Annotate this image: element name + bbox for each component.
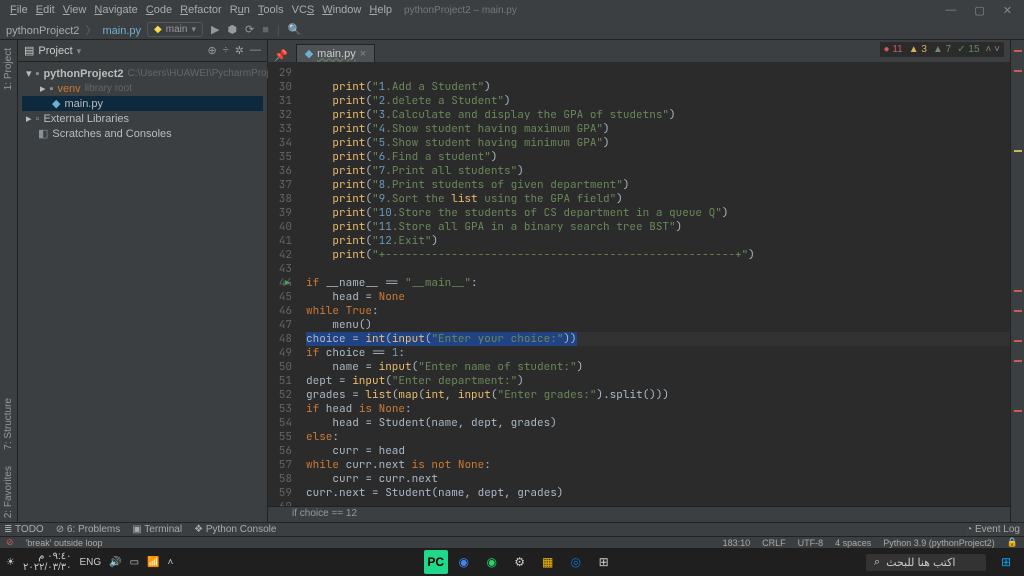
menu-vcs[interactable]: VCS bbox=[292, 4, 315, 16]
marker-bar[interactable] bbox=[1010, 40, 1024, 522]
event-log-tool[interactable]: ◔ Event Log bbox=[966, 524, 1020, 535]
pycharm-taskbar-icon[interactable]: PC bbox=[424, 550, 448, 574]
problems-tool[interactable]: ⊘ 6: Problems bbox=[56, 524, 121, 535]
taskbar-time[interactable]: ٠٩:٤٠ م٢٠٢٢/٠٣/٣٠ bbox=[23, 551, 72, 573]
favorites-tool-tab[interactable]: 2: Favorites bbox=[3, 462, 14, 522]
todo-tool[interactable]: ≣ TODO bbox=[4, 524, 44, 535]
structure-tool-tab[interactable]: 7: Structure bbox=[3, 394, 14, 454]
terminal-tool[interactable]: ▣ Terminal bbox=[132, 524, 182, 535]
pin-tab-icon[interactable]: 📌 bbox=[268, 49, 294, 62]
code-editor[interactable]: 2930313233343536373839404142434445464748… bbox=[268, 62, 1010, 506]
whatsapp-taskbar-icon[interactable]: ◉ bbox=[480, 550, 504, 574]
weather-widget[interactable]: ☀ bbox=[6, 557, 15, 568]
python-console-tool[interactable]: ❖ Python Console bbox=[194, 524, 276, 535]
titlebar: File Edit View Navigate Code Refactor Ru… bbox=[0, 0, 1024, 20]
menu-tools[interactable]: Tools bbox=[258, 4, 284, 16]
menubar: File Edit View Navigate Code Refactor Ru… bbox=[4, 4, 392, 16]
breadcrumb[interactable]: pythonProject2 〉 main.py bbox=[6, 22, 141, 38]
minimize-button[interactable]: — bbox=[945, 4, 956, 17]
editor-tab-label: main.py bbox=[317, 48, 356, 60]
lock-icon[interactable]: 🔒 bbox=[1007, 537, 1018, 548]
search-everywhere-icon[interactable]: 🔍 bbox=[288, 23, 302, 36]
stop-button[interactable]: ■ bbox=[262, 24, 269, 36]
external-libraries[interactable]: ▸▫ External Libraries bbox=[22, 111, 263, 126]
status-bar: ⊘ 'break' outside loop 183:10 CRLF UTF-8… bbox=[0, 536, 1024, 548]
chrome-taskbar-icon[interactable]: ◉ bbox=[452, 550, 476, 574]
menu-edit[interactable]: Edit bbox=[36, 4, 55, 16]
breadcrumb-file[interactable]: main.py bbox=[103, 25, 142, 37]
taskbar-apps: PC ◉ ◉ ⚙ ▦ ◎ ⊞ bbox=[179, 550, 860, 574]
close-button[interactable]: ✕ bbox=[1003, 4, 1012, 17]
python-icon: ◆ bbox=[154, 24, 162, 35]
menu-window[interactable]: Window bbox=[322, 4, 361, 16]
inspection-indicator[interactable]: ● 11 ▲ 3 ▲ 7 ✓ 15 ˄ ˅ bbox=[880, 42, 1004, 57]
sound-icon[interactable]: 🔊 bbox=[109, 557, 121, 568]
settings-taskbar-icon[interactable]: ⚙ bbox=[508, 550, 532, 574]
editor-tab-main[interactable]: ◆ main.py × bbox=[296, 44, 375, 62]
left-tool-strip: 1: Project 7: Structure 2: Favorites bbox=[0, 40, 18, 522]
tray-chevron-icon[interactable]: ˄ bbox=[168, 557, 174, 568]
status-error-icon[interactable]: ⊘ bbox=[6, 537, 14, 548]
run-coverage-icon[interactable]: ⟳ bbox=[245, 23, 254, 36]
windows-taskbar: ☀ ٠٩:٤٠ م٢٠٢٢/٠٣/٣٠ ENG 🔊 ▭ 📶 ˄ PC ◉ ◉ ⚙… bbox=[0, 548, 1024, 576]
explorer-taskbar-icon[interactable]: ▦ bbox=[536, 550, 560, 574]
run-config-label: main bbox=[166, 24, 188, 35]
window-title: pythonProject2 – main.py bbox=[404, 5, 517, 16]
main-py-file[interactable]: ◆ main.py bbox=[22, 96, 263, 111]
project-panel-title[interactable]: ▤ Project bbox=[24, 44, 81, 57]
window-controls: — ▢ ✕ bbox=[945, 4, 1020, 17]
venv-folder[interactable]: ▸▪ venv library root bbox=[22, 81, 263, 96]
run-config-selector[interactable]: ◆ main bbox=[147, 22, 203, 37]
menu-refactor[interactable]: Refactor bbox=[180, 4, 222, 16]
panel-settings-icon[interactable]: ✲ bbox=[235, 44, 244, 57]
maximize-button[interactable]: ▢ bbox=[974, 4, 984, 17]
run-button[interactable]: ▶ bbox=[211, 23, 219, 36]
project-panel: ▤ Project ⊕ ÷ ✲ — ▾▪ pythonProject2 C:\U… bbox=[18, 40, 268, 522]
breadcrumb-project[interactable]: pythonProject2 bbox=[6, 25, 79, 37]
menu-run[interactable]: Run bbox=[230, 4, 250, 16]
menu-view[interactable]: View bbox=[63, 4, 87, 16]
expand-all-icon[interactable]: ÷ bbox=[223, 44, 229, 57]
code-breadcrumb[interactable]: if choice == 12 bbox=[268, 506, 1010, 522]
python-file-icon: ◆ bbox=[305, 47, 313, 60]
menu-code[interactable]: Code bbox=[146, 4, 172, 16]
line-gutter[interactable]: 2930313233343536373839404142434445464748… bbox=[268, 62, 296, 506]
battery-icon[interactable]: ▭ bbox=[130, 557, 139, 568]
code-body[interactable]: print("1.Add a Student") print("2.delete… bbox=[296, 62, 1010, 506]
status-message: 'break' outside loop bbox=[26, 538, 103, 548]
scratches-node[interactable]: ◧ Scratches and Consoles bbox=[22, 126, 263, 141]
select-opened-file-icon[interactable]: ⊕ bbox=[208, 44, 217, 57]
taskbar-search[interactable]: اكتب هنا للبحث ⌕ bbox=[866, 554, 986, 571]
edge-taskbar-icon[interactable]: ◎ bbox=[564, 550, 588, 574]
hide-panel-icon[interactable]: — bbox=[250, 44, 261, 57]
search-icon: ⌕ bbox=[874, 556, 880, 569]
project-tool-tab[interactable]: 1: Project bbox=[3, 44, 14, 94]
file-encoding[interactable]: UTF-8 bbox=[798, 538, 824, 548]
menu-navigate[interactable]: Navigate bbox=[94, 4, 137, 16]
project-tree[interactable]: ▾▪ pythonProject2 C:\Users\HUAWEI\Pychar… bbox=[18, 62, 267, 145]
navigation-bar: pythonProject2 〉 main.py ◆ main ▶ ⬢ ⟳ ■ … bbox=[0, 20, 1024, 40]
wifi-icon[interactable]: 📶 bbox=[147, 557, 159, 568]
start-button[interactable]: ⊞ bbox=[994, 550, 1018, 574]
bottom-tool-strip: ≣ TODO ⊘ 6: Problems ▣ Terminal ❖ Python… bbox=[0, 522, 1024, 536]
close-tab-icon[interactable]: × bbox=[360, 48, 366, 60]
menu-file[interactable]: File bbox=[10, 4, 28, 16]
line-separator[interactable]: CRLF bbox=[762, 538, 786, 548]
menu-help[interactable]: Help bbox=[369, 4, 392, 16]
project-root[interactable]: ▾▪ pythonProject2 C:\Users\HUAWEI\Pychar… bbox=[22, 66, 263, 81]
language-indicator[interactable]: ENG bbox=[80, 557, 102, 568]
caret-position[interactable]: 183:10 bbox=[723, 538, 751, 548]
debug-button[interactable]: ⬢ bbox=[227, 23, 237, 36]
indent-setting[interactable]: 4 spaces bbox=[835, 538, 871, 548]
divider: | bbox=[277, 24, 280, 36]
editor-area: 📌 ◆ main.py × ● 11 ▲ 3 ▲ 7 ✓ 15 ˄ ˅ 2930… bbox=[268, 40, 1010, 522]
taskview-taskbar-icon[interactable]: ⊞ bbox=[592, 550, 616, 574]
interpreter[interactable]: Python 3.9 (pythonProject2) bbox=[883, 538, 995, 548]
